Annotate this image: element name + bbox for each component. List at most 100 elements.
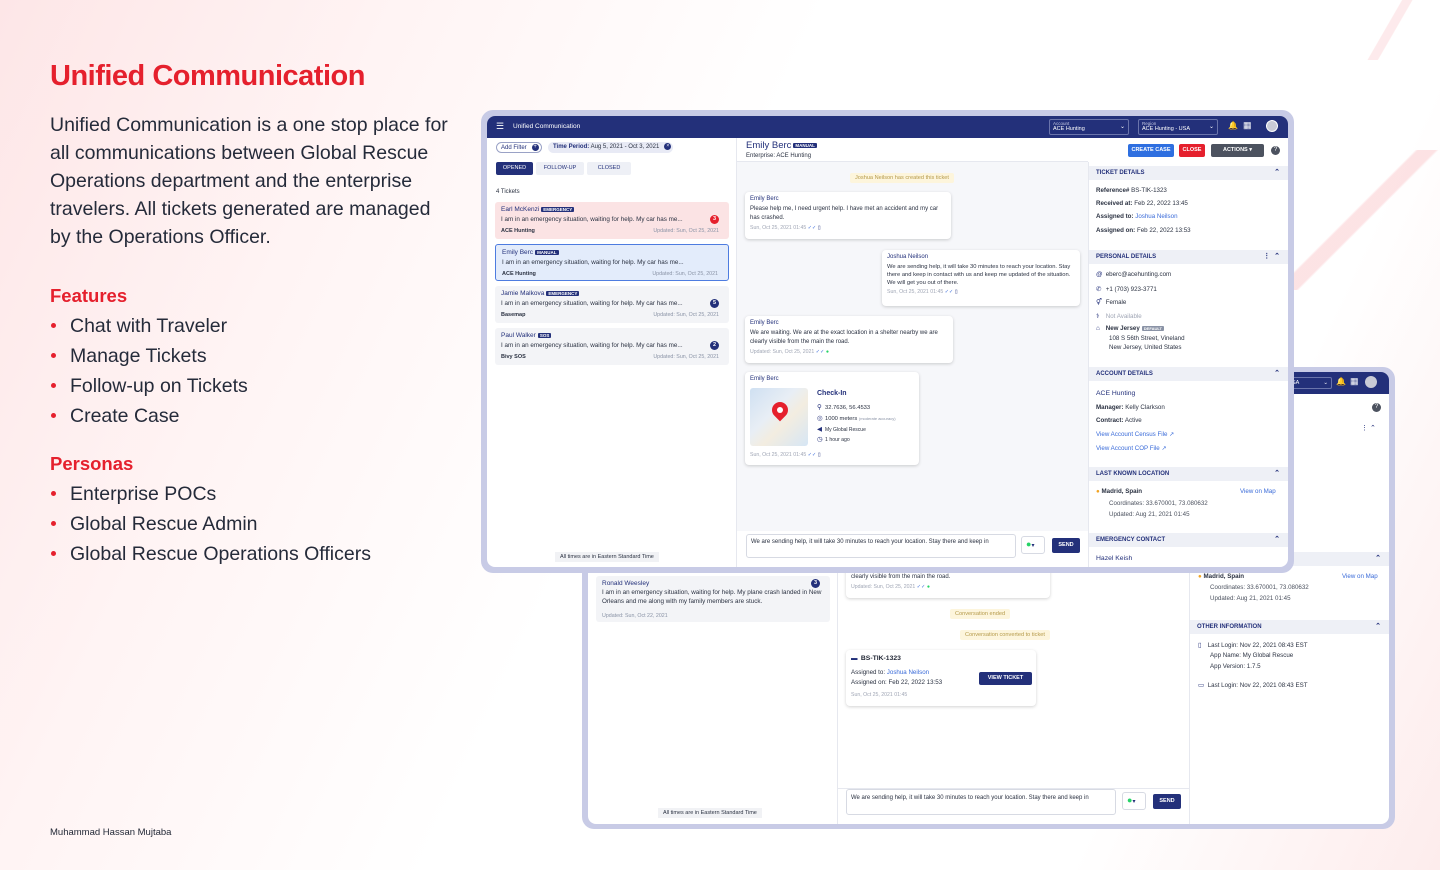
emergency-contact-header[interactable]: EMERGENCY CONTACT ⌃	[1089, 533, 1288, 547]
check-in-message: Emily Berc Check-In ⚲ 32.7636, 56.4533 ◎ 1…	[745, 372, 919, 465]
tag-badge: EMERGENCY	[541, 206, 575, 212]
assignee-link[interactable]: Joshua Neilson	[1135, 213, 1177, 220]
personas-heading: Personas	[50, 453, 134, 474]
chat-message-outgoing: Joshua Neilson We are sending help, it w…	[882, 250, 1080, 306]
ticket-updated: Updated: Sun, Oct 22, 2021	[602, 613, 668, 619]
author-credit: Muhammad Hassan Mujtaba	[50, 827, 172, 838]
ticket-details-header[interactable]: TICKET DETAILS ⌃	[1089, 166, 1288, 180]
medical-icon: ⚕	[1096, 313, 1100, 320]
apps-grid-icon[interactable]: ▦	[1350, 376, 1359, 387]
actions-dropdown[interactable]: ACTIONS ▾	[1211, 144, 1264, 157]
view-on-map-link[interactable]: View on Map	[1342, 573, 1378, 580]
region-select[interactable]: Region ACE Hunting - USA ⌄	[1138, 119, 1218, 135]
timezone-note: All times are in Eastern Standard Time	[658, 808, 762, 818]
persona-item: Global Rescue Operations Officers	[50, 539, 460, 569]
feature-item: Follow-up on Tickets	[50, 371, 460, 401]
map-pin-icon: ●	[1198, 573, 1202, 580]
features-list: Chat with Traveler Manage Tickets Follow…	[50, 311, 460, 431]
whatsapp-icon: ●	[825, 349, 830, 355]
list-item[interactable]: Earl McKenzi EMERGENCY I am in an emergen…	[495, 202, 729, 239]
view-on-map-link[interactable]: View on Map	[1240, 488, 1276, 495]
mobile-icon: ▯	[817, 225, 821, 231]
create-case-button[interactable]: CREATE CASE	[1128, 144, 1174, 157]
whatsapp-channel-select[interactable]: ●▾	[1122, 792, 1146, 810]
list-item[interactable]: Jamie Malkova EMERGENCY I am in an emerge…	[495, 286, 729, 323]
chat-enterprise: Enterprise: ACE Hunting	[746, 153, 812, 159]
external-link-icon: ↗	[1161, 445, 1167, 452]
persona-item: Global Rescue Admin	[50, 509, 460, 539]
clock-icon: ◷	[817, 436, 823, 443]
more-icon[interactable]: ⋮ ⌃	[1361, 424, 1376, 432]
message-input[interactable]: We are sending help, it will take 30 min…	[746, 534, 1016, 558]
list-item[interactable]: Paul Walker SOS I am in an emergency situ…	[495, 328, 729, 365]
add-filter-chip[interactable]: Add Filter +	[496, 142, 542, 153]
phone-device-icon: ▯	[1198, 642, 1202, 649]
send-button[interactable]: SEND	[1052, 538, 1080, 553]
phone-icon: ✆	[1096, 286, 1102, 293]
avatar[interactable]	[1266, 120, 1278, 132]
other-information-header[interactable]: OTHER INFORMATION ⌃	[1190, 620, 1389, 634]
census-file-link[interactable]: View Account Census File ↗	[1096, 431, 1174, 438]
map-thumbnail[interactable]	[750, 388, 808, 446]
tab-closed[interactable]: CLOSED	[587, 162, 631, 175]
page-description: Unified Communication is a one stop plac…	[50, 114, 448, 248]
mobile-icon: ▯	[954, 289, 958, 295]
laptop-icon: ▭	[1198, 682, 1205, 689]
app-title: Unified Communication	[513, 123, 581, 130]
tag-badge: EMERGENCY	[546, 290, 580, 296]
location-pin-icon: ⚲	[817, 404, 822, 411]
intro-panel: Unified Communication Unified Communicat…	[50, 60, 460, 569]
chat-message-incoming: Emily Berc Please help me, I need urgent…	[745, 192, 951, 239]
system-message: Conversation converted to ticket	[960, 630, 1050, 640]
list-item-selected[interactable]: Emily Berc MANUAL I am in an emergency si…	[495, 244, 729, 281]
tag-badge: SOS	[537, 332, 552, 338]
last-known-location-header[interactable]: LAST KNOWN LOCATION ⌃	[1089, 467, 1288, 481]
cop-file-link[interactable]: View Account COP File ↗	[1096, 445, 1167, 452]
chat-message-incoming: Emily Berc We are waiting. We are at the…	[745, 316, 953, 363]
map-pin-icon: ●	[1096, 488, 1100, 495]
tab-follow-up[interactable]: FOLLOW-UP	[536, 162, 584, 175]
message-input[interactable]: We are sending help, it will take 30 min…	[846, 789, 1116, 815]
page-title: Unified Communication	[50, 60, 365, 92]
tag-badge: MANUAL	[535, 249, 559, 255]
personal-details-header[interactable]: PERSONAL DETAILS ⋮ ⌃	[1089, 250, 1288, 264]
feature-item: Chat with Traveler	[50, 311, 460, 341]
feature-item: Manage Tickets	[50, 341, 460, 371]
ticket-name: Ronald Weesley	[602, 580, 650, 587]
send-button[interactable]: SEND	[1153, 794, 1181, 809]
home-icon: ⌂	[1096, 325, 1100, 332]
whatsapp-channel-select[interactable]: ●▾	[1021, 536, 1045, 554]
main-window: ☰ Unified Communication Account ACE Hunt…	[487, 116, 1288, 567]
app-source-icon: ◀	[817, 426, 822, 433]
accuracy-icon: ◎	[817, 415, 823, 422]
persona-item: Enterprise POCs	[50, 479, 460, 509]
help-icon[interactable]: ?	[1372, 403, 1381, 412]
bell-icon[interactable]: 🔔	[1228, 121, 1238, 130]
avatar[interactable]	[1365, 376, 1377, 388]
bell-icon[interactable]: 🔔	[1336, 377, 1346, 386]
personas-list: Enterprise POCs Global Rescue Admin Glob…	[50, 479, 460, 569]
ticket-message: I am in an emergency situation, waiting …	[602, 589, 822, 605]
view-ticket-button[interactable]: VIEW TICKET	[979, 672, 1032, 685]
unread-count-badge: 5	[710, 299, 719, 308]
apps-grid-icon[interactable]: ▦	[1243, 120, 1252, 131]
unread-count-badge: 3	[710, 215, 719, 224]
help-icon[interactable]: ?	[1271, 146, 1280, 155]
chat-contact-name: Emily Berc MANUAL	[746, 140, 817, 151]
close-button[interactable]: CLOSE	[1179, 144, 1205, 157]
feature-item: Create Case	[50, 401, 460, 431]
tab-opened[interactable]: OPENED	[496, 162, 533, 175]
time-period-chip[interactable]: Time Period: Aug 5, 2021 - Oct 3, 2021 ×	[548, 142, 674, 153]
gender-icon: ⚥	[1096, 299, 1102, 306]
menu-icon[interactable]: ☰	[496, 121, 504, 132]
ticket-card: ▬ BS-TIK-1323 Assigned to: Joshua Neilso…	[846, 650, 1036, 706]
back-region-select[interactable]: SA ⌄	[1288, 377, 1332, 389]
external-link-icon: ↗	[1169, 431, 1175, 438]
timezone-note: All times are in Eastern Standard Time	[555, 552, 659, 562]
ticket-icon: ▬	[851, 655, 858, 662]
system-message: Joshua Neilson has created this ticket	[850, 173, 954, 183]
list-item[interactable]: Ronald Weesley 3 I am in an emergency si…	[596, 576, 830, 622]
account-details-header[interactable]: ACCOUNT DETAILS ⌃	[1089, 367, 1288, 381]
features-heading: Features	[50, 285, 128, 306]
account-select[interactable]: Account ACE Hunting ⌄	[1049, 119, 1129, 135]
